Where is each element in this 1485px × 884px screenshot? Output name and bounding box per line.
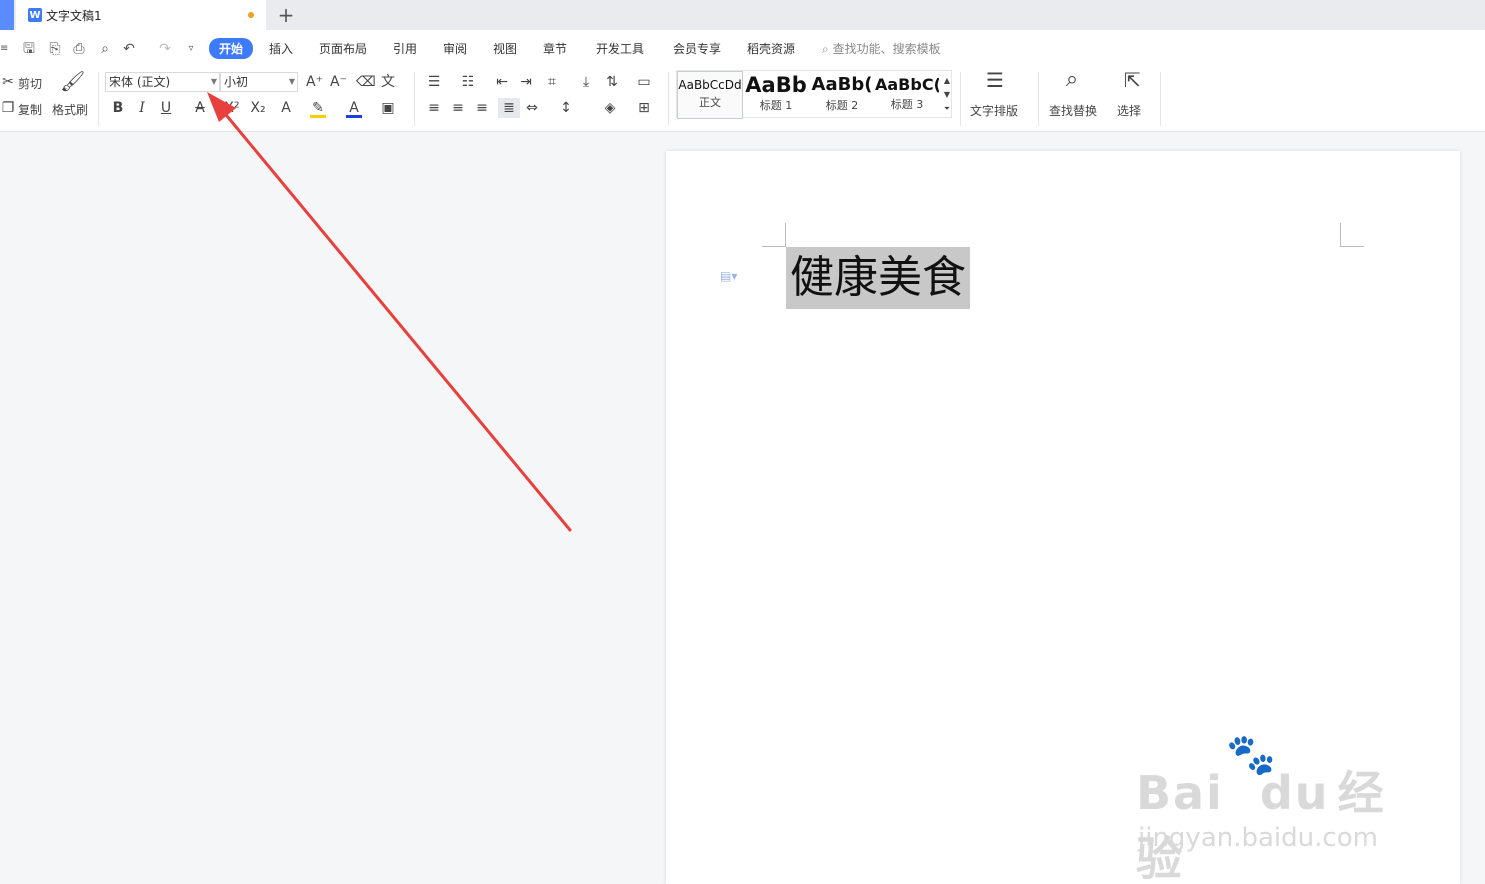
search-icon: ⌕ — [822, 42, 829, 56]
text-layout-icon[interactable]: ☰ — [986, 70, 1004, 90]
search-placeholder: 查找功能、搜索模板 — [832, 42, 941, 56]
bold-button[interactable]: B — [110, 98, 126, 118]
strikethrough-button[interactable]: A — [192, 98, 208, 118]
char-border-icon[interactable]: ▣ — [380, 98, 396, 118]
margin-corner-mark — [762, 223, 786, 247]
style-heading-3[interactable]: AaBbC( 标题 3 — [875, 71, 939, 119]
new-tab-button[interactable]: + — [276, 4, 296, 26]
numbered-list-icon[interactable]: ☷ — [460, 72, 476, 92]
select-cursor-icon[interactable]: ⇱ — [1124, 70, 1141, 90]
chinese-layout-icon[interactable]: ⌗ — [544, 72, 560, 92]
align-right-icon[interactable]: ≡ — [474, 98, 490, 118]
chevron-down-icon: ▼ — [210, 77, 217, 86]
menu-section[interactable]: 章节 — [543, 40, 567, 57]
underline-button[interactable]: U — [158, 98, 174, 118]
shading-icon[interactable]: ◈ — [602, 98, 618, 118]
customize-icon[interactable]: ▿ — [182, 40, 200, 58]
text-effect-icon[interactable]: A — [278, 98, 294, 118]
phonetic-guide-icon[interactable]: 文 — [380, 72, 396, 92]
format-painter-button[interactable]: 格式刷 — [52, 101, 88, 118]
font-family-value: 宋体 (正文) — [109, 75, 171, 89]
document-tab[interactable]: W 文字文稿1 — [16, 0, 266, 30]
subscript-button[interactable]: X₂ — [250, 98, 266, 118]
sort-icon[interactable]: ⇅ — [604, 72, 620, 92]
style-heading-1[interactable]: AaBb 标题 1 — [743, 71, 809, 119]
menu-member[interactable]: 会员专享 — [673, 40, 721, 57]
tab-bar: W 文字文稿1 + — [0, 0, 1485, 30]
selected-heading-text[interactable]: 健康美食 — [786, 247, 970, 309]
document-page[interactable]: ▤▾ 健康美食 🐾 Bai du 经验 jingyan.baidu.com — [666, 151, 1460, 884]
divider — [1160, 72, 1161, 126]
increase-indent-icon[interactable]: ⇥ — [518, 72, 534, 92]
menu-bar: ≡ 🖫 ⎘ ⎙ ⌕ ↶ ↷ ▿ 开始 插入 页面布局 引用 审阅 视图 章节 开… — [0, 30, 1485, 68]
undo-icon[interactable]: ↶ — [120, 40, 138, 58]
font-size-select[interactable]: 小初 ▼ — [220, 72, 298, 92]
styles-more-icon[interactable]: ⏷ — [939, 99, 955, 119]
highlight-icon[interactable]: ✎ — [310, 98, 326, 118]
superscript-button[interactable]: X² — [224, 98, 240, 118]
menu-review[interactable]: 审阅 — [443, 40, 467, 57]
font-size-value: 小初 — [224, 75, 249, 89]
distribute-icon[interactable]: ⇔ — [524, 98, 540, 118]
shrink-font-icon[interactable]: A⁻ — [330, 72, 347, 92]
print-icon[interactable]: ⎙ — [70, 40, 88, 58]
italic-button[interactable]: I — [134, 98, 150, 118]
print-preview-icon[interactable]: ⌕ — [96, 40, 114, 58]
save-icon[interactable]: 🖫 — [20, 40, 38, 58]
align-center-icon[interactable]: ≡ — [450, 98, 466, 118]
select-button[interactable]: 选择 — [1117, 102, 1141, 119]
cut-icon[interactable]: ✂ — [0, 72, 16, 92]
text-direction-icon[interactable]: ⤓ — [578, 72, 594, 92]
document-tab-title: 文字文稿1 — [46, 8, 102, 23]
app-menu-strip[interactable] — [0, 0, 14, 30]
bullet-list-icon[interactable]: ☰ — [426, 72, 442, 92]
format-painter-icon[interactable]: 🖌 — [60, 71, 85, 91]
watermark-brand: Bai du 经验 — [1136, 766, 1386, 884]
menu-home[interactable]: 开始 — [209, 38, 254, 59]
style-normal[interactable]: AaBbCcDd 正文 — [677, 71, 743, 119]
export-pdf-icon[interactable]: ⎘ — [46, 40, 64, 58]
writer-doc-icon: W — [28, 8, 42, 22]
divider — [98, 72, 99, 126]
find-replace-button[interactable]: 查找替换 — [1049, 102, 1097, 119]
align-left-icon[interactable]: ≡ — [426, 98, 442, 118]
grow-font-icon[interactable]: A⁺ — [306, 72, 323, 92]
divider — [414, 72, 415, 126]
divider — [960, 72, 961, 126]
paragraph-menu-icon[interactable]: ▤▾ — [720, 269, 737, 283]
search-box[interactable]: ⌕ 查找功能、搜索模板 — [822, 40, 941, 57]
file-menu-icon[interactable]: ≡ — [0, 40, 8, 58]
clear-format-icon[interactable]: ⌫ — [356, 72, 376, 92]
margin-corner-mark — [1340, 223, 1364, 247]
divider — [1038, 72, 1039, 126]
watermark-url: jingyan.baidu.com — [1138, 823, 1378, 853]
text-layout-button[interactable]: 文字排版 — [970, 102, 1018, 119]
copy-icon[interactable]: ❐ — [0, 98, 16, 118]
menu-view[interactable]: 视图 — [493, 40, 517, 57]
redo-icon[interactable]: ↷ — [156, 40, 174, 58]
menu-docer[interactable]: 稻壳资源 — [747, 40, 795, 57]
font-family-select[interactable]: 宋体 (正文) ▼ — [105, 72, 220, 92]
menu-page-layout[interactable]: 页面布局 — [319, 40, 367, 57]
chevron-down-icon: ▼ — [288, 77, 295, 86]
baidu-jingyan-watermark: 🐾 Bai du 经验 jingyan.baidu.com — [1136, 731, 1416, 884]
line-spacing-icon[interactable]: ↕ — [558, 98, 574, 118]
arrow-shaft — [220, 108, 572, 532]
borders-icon[interactable]: ⊞ — [636, 98, 652, 118]
ruler-icon[interactable]: ▭ — [636, 72, 652, 92]
font-color-icon[interactable]: A — [346, 98, 362, 118]
menu-insert[interactable]: 插入 — [269, 40, 293, 57]
ribbon-home: ✂ 剪切 ❐ 复制 🖌 格式刷 宋体 (正文) ▼ 小初 ▼ A⁺ A⁻ ⌫ 文… — [0, 68, 1485, 132]
copy-button[interactable]: 复制 — [18, 101, 42, 118]
unsaved-dot-icon — [248, 12, 254, 18]
decrease-indent-icon[interactable]: ⇤ — [494, 72, 510, 92]
styles-gallery: AaBbCcDd 正文 AaBb 标题 1 AaBb( 标题 2 AaBbC( … — [676, 70, 955, 119]
style-heading-2[interactable]: AaBb( 标题 2 — [809, 71, 875, 119]
justify-icon[interactable]: ≣ — [498, 98, 520, 118]
menu-references[interactable]: 引用 — [393, 40, 417, 57]
cut-button[interactable]: 剪切 — [18, 75, 42, 92]
find-icon[interactable]: ⌕ — [1064, 69, 1080, 91]
menu-developer[interactable]: 开发工具 — [596, 40, 644, 57]
divider — [668, 72, 669, 126]
